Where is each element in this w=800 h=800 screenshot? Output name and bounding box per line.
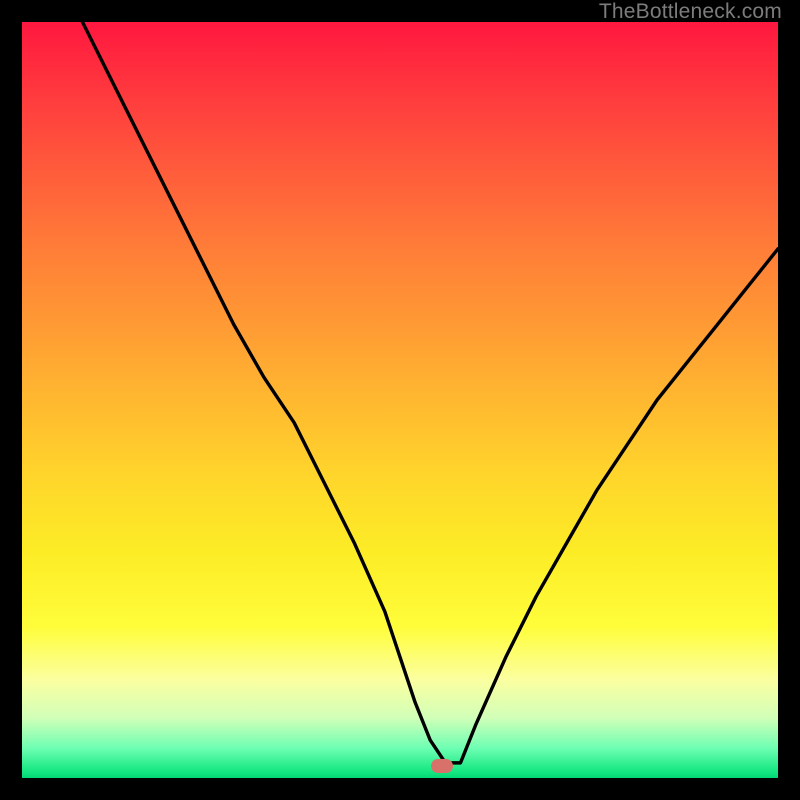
bottleneck-curve	[22, 22, 778, 778]
watermark-label: TheBottleneck.com	[599, 0, 782, 24]
chart-frame: TheBottleneck.com	[0, 0, 800, 800]
selected-config-marker[interactable]	[431, 759, 453, 773]
plot-area	[22, 22, 778, 778]
